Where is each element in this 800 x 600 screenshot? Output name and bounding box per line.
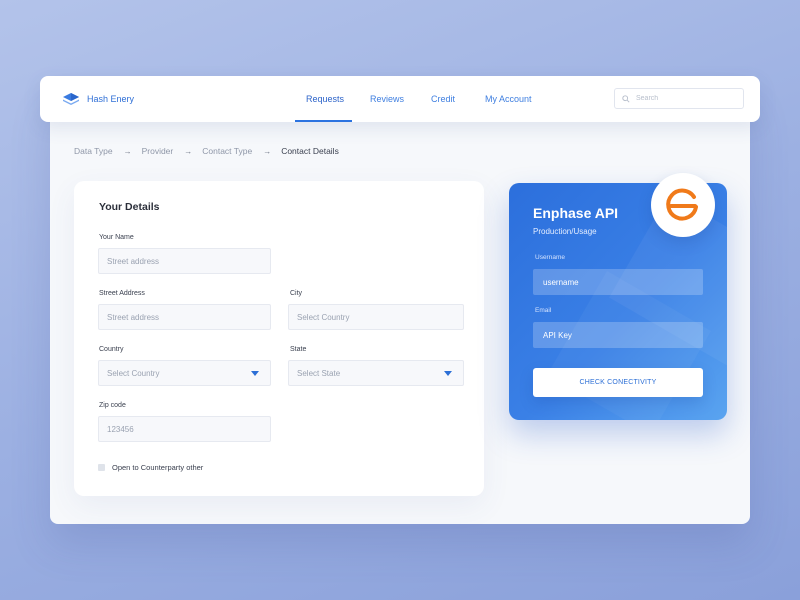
api-card-title: Enphase API — [533, 205, 619, 221]
arrow-right-icon: → — [123, 146, 132, 156]
your-details-card: Your Details Your Name Street Address Ci… — [74, 181, 484, 496]
username-input[interactable] — [543, 277, 703, 287]
nav-my-account[interactable]: My Account — [485, 94, 532, 104]
username-field[interactable] — [533, 269, 703, 295]
country-select-value: Select Country — [107, 368, 160, 378]
username-label: Username — [535, 254, 565, 261]
state-select-value: Select State — [297, 368, 341, 378]
city-label: City — [290, 290, 303, 297]
counterparty-option[interactable]: Open to Counterparty other — [98, 463, 203, 472]
nav-requests[interactable]: Requests — [306, 94, 344, 104]
zip-code-input[interactable] — [107, 424, 270, 434]
brand[interactable]: Hash Enery — [62, 91, 134, 107]
search-input[interactable] — [636, 95, 736, 102]
api-card-subtitle: Production/Usage — [533, 227, 597, 236]
zip-code-field[interactable] — [98, 416, 271, 442]
street-address-field[interactable] — [98, 304, 271, 330]
breadcrumb-provider[interactable]: Provider — [142, 146, 174, 156]
your-name-label: Your Name — [99, 234, 134, 241]
active-tab-indicator — [295, 120, 352, 122]
country-select[interactable]: Select Country — [98, 360, 271, 386]
city-field[interactable] — [288, 304, 464, 330]
search-icon — [622, 94, 630, 103]
street-address-label: Street Address — [99, 290, 145, 297]
card-title: Your Details — [99, 201, 160, 213]
your-name-field[interactable] — [98, 248, 271, 274]
brand-name: Hash Enery — [87, 94, 135, 104]
nav-credit[interactable]: Credit — [431, 94, 455, 104]
enphase-logo-icon — [651, 173, 715, 237]
api-key-input[interactable] — [543, 330, 703, 340]
breadcrumb: Data Type → Provider → Contact Type → Co… — [74, 146, 339, 156]
checkbox-label: Open to Counterparty other — [112, 463, 204, 472]
state-select[interactable]: Select State — [288, 360, 464, 386]
check-connectivity-button[interactable]: CHECK CONECTIVITY — [533, 368, 703, 397]
state-label: State — [290, 346, 307, 353]
your-name-input[interactable] — [107, 256, 270, 266]
search-box[interactable] — [614, 88, 744, 109]
caret-down-icon — [444, 371, 452, 376]
breadcrumb-contact-details: Contact Details — [281, 146, 339, 156]
arrow-right-icon: → — [184, 146, 193, 156]
checkbox[interactable] — [98, 464, 105, 471]
top-navigation-bar: Hash Enery Requests Reviews Credit My Ac… — [40, 76, 760, 122]
breadcrumb-contact-type[interactable]: Contact Type — [202, 146, 252, 156]
api-key-field[interactable] — [533, 322, 703, 348]
city-input[interactable] — [297, 312, 463, 322]
arrow-right-icon: → — [263, 146, 272, 156]
caret-down-icon — [251, 371, 259, 376]
stack-layers-icon — [63, 93, 79, 105]
breadcrumb-data-type[interactable]: Data Type — [74, 146, 113, 156]
zip-code-label: Zip code — [99, 402, 126, 409]
email-label: Email — [535, 307, 552, 314]
country-label: Country — [99, 346, 124, 353]
street-address-input[interactable] — [107, 312, 270, 322]
enphase-logo-glyph — [666, 188, 698, 221]
nav-reviews[interactable]: Reviews — [370, 94, 404, 104]
